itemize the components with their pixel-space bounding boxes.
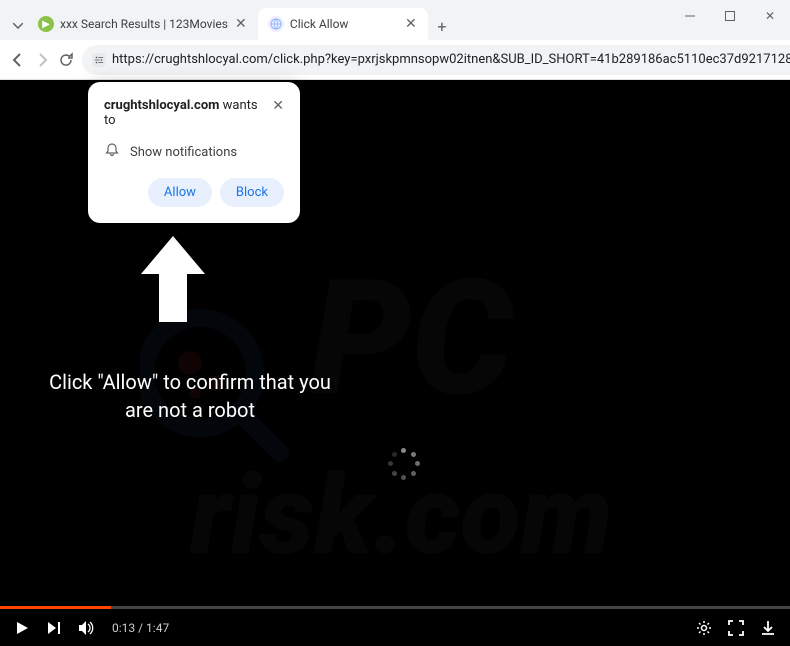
video-time: 0:13 / 1:47 [112, 621, 169, 635]
arrow-up-icon [135, 234, 211, 328]
site-settings-icon[interactable] [92, 53, 106, 67]
maximize-button[interactable] [710, 0, 750, 32]
new-tab-button[interactable]: + [428, 12, 456, 40]
close-icon[interactable]: ✕ [272, 98, 284, 114]
close-icon[interactable]: ✕ [404, 17, 418, 31]
url-text: https://crughtshlocyal.com/click.php?key… [112, 52, 790, 67]
play-icon: ▶ [38, 16, 54, 32]
progress-bar[interactable] [0, 606, 790, 609]
minimize-button[interactable] [670, 0, 710, 32]
back-button[interactable] [10, 46, 26, 74]
fullscreen-button[interactable] [728, 620, 744, 636]
notification-permission-popup: crughtshlocyal.com wants to ✕ Show notif… [88, 82, 300, 223]
browser-titlebar: ▶ xxx Search Results | 123Movies ✕ Click… [0, 0, 790, 40]
address-bar[interactable]: https://crughtshlocyal.com/click.php?key… [82, 45, 790, 75]
page-content: crughtshlocyal.com wants to ✕ Show notif… [0, 80, 790, 646]
permission-title: crughtshlocyal.com wants to [104, 98, 272, 128]
permission-label: Show notifications [130, 145, 237, 160]
download-button[interactable] [760, 620, 776, 636]
tab-title: Click Allow [290, 17, 398, 31]
tab-title: xxx Search Results | 123Movies [60, 17, 228, 31]
play-button[interactable] [14, 620, 30, 636]
tab-123movies[interactable]: ▶ xxx Search Results | 123Movies ✕ [28, 8, 258, 40]
forward-button[interactable] [34, 46, 50, 74]
bell-icon [104, 142, 120, 162]
close-button[interactable]: ✕ [750, 0, 790, 32]
loading-spinner-icon [388, 448, 420, 480]
tab-click-allow[interactable]: Click Allow ✕ [258, 8, 428, 40]
allow-button[interactable]: Allow [148, 178, 212, 207]
window-controls: ✕ [670, 0, 790, 32]
video-controls: 0:13 / 1:47 [0, 606, 790, 646]
tabs-dropdown-button[interactable] [8, 12, 28, 40]
globe-icon [268, 16, 284, 32]
svg-text:PC: PC [310, 263, 515, 433]
progress-fill [0, 606, 111, 609]
browser-toolbar: https://crughtshlocyal.com/click.php?key… [0, 40, 790, 80]
reload-button[interactable] [58, 46, 74, 74]
instruction-text: Click "Allow" to confirm that you are no… [40, 368, 340, 424]
volume-button[interactable] [78, 620, 96, 636]
next-button[interactable] [46, 620, 62, 636]
close-icon[interactable]: ✕ [234, 17, 248, 31]
settings-button[interactable] [696, 620, 712, 636]
block-button[interactable]: Block [220, 178, 284, 207]
